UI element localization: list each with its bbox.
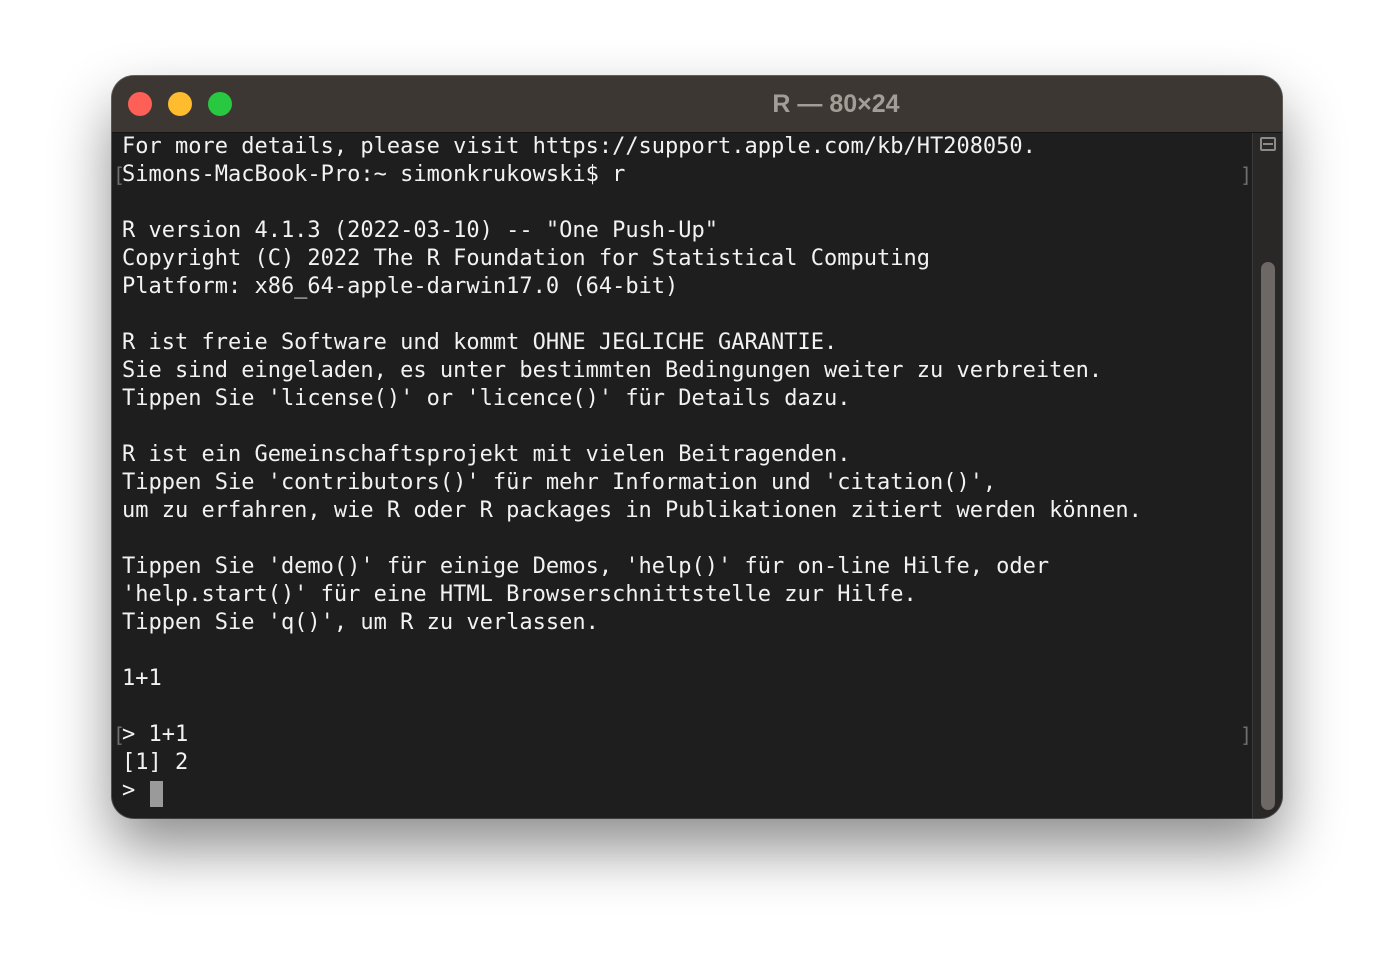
split-pane-icon[interactable] <box>1260 137 1276 151</box>
terminal-line: um zu erfahren, wie R oder R packages in… <box>122 498 1142 523</box>
text-cursor <box>150 781 163 807</box>
terminal-line: R ist freie Software und kommt OHNE JEGL… <box>122 330 838 355</box>
command-mark-right: ] <box>1240 163 1253 187</box>
terminal-line: > 1+1 <box>122 722 189 747</box>
prompt-line[interactable]: > <box>122 777 149 805</box>
terminal-line: For more details, please visit https://s… <box>122 134 1036 159</box>
terminal-line: Tippen Sie 'contributors()' für mehr Inf… <box>122 470 997 495</box>
terminal-window: R — 80×24 For more details, please visit… <box>112 76 1282 818</box>
scrollbar-thumb[interactable] <box>1261 262 1275 810</box>
scrollbar[interactable] <box>1252 133 1282 818</box>
terminal-line: Tippen Sie 'demo()' für einige Demos, 'h… <box>122 554 1050 579</box>
terminal-output[interactable]: For more details, please visit https://s… <box>112 133 1252 818</box>
terminal-line: R ist ein Gemeinschaftsprojekt mit viele… <box>122 442 851 467</box>
terminal-line: Tippen Sie 'q()', um R zu verlassen. <box>122 610 599 635</box>
terminal-line: 1+1 <box>122 666 162 691</box>
terminal-line: Simons-MacBook-Pro:~ simonkrukowski$ r <box>122 162 626 187</box>
terminal-line: R version 4.1.3 (2022-03-10) -- "One Pus… <box>122 218 719 243</box>
terminal-line: Sie sind eingeladen, es unter bestimmten… <box>122 358 1103 383</box>
terminal-line: Tippen Sie 'license()' or 'licence()' fü… <box>122 386 851 411</box>
terminal-line: 'help.start()' für eine HTML Browserschn… <box>122 582 917 607</box>
window-title: R — 80×24 <box>772 90 900 118</box>
title-bar[interactable]: R — 80×24 <box>112 76 1282 133</box>
terminal-line: Platform: x86_64-apple-darwin17.0 (64-bi… <box>122 274 679 299</box>
command-mark-right: ] <box>1240 723 1253 747</box>
terminal-line: [1] 2 <box>122 750 189 775</box>
terminal-line: Copyright (C) 2022 The R Foundation for … <box>122 246 930 271</box>
